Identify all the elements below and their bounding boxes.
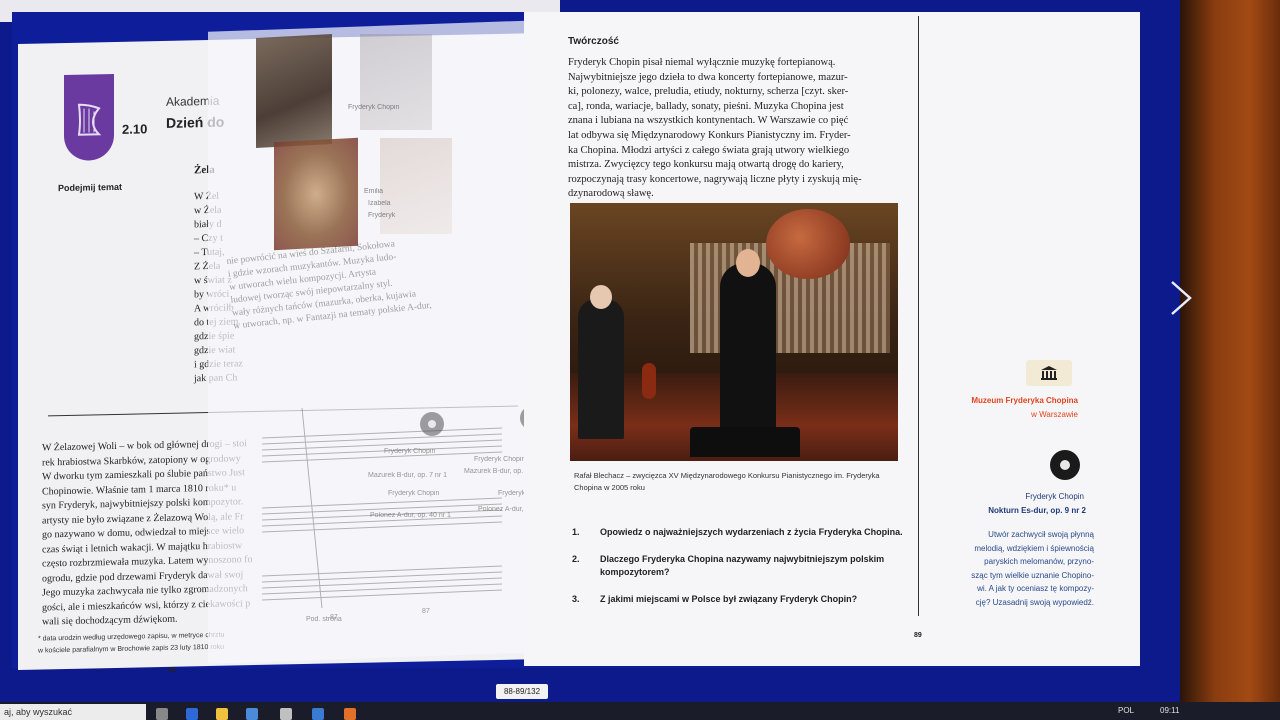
track-composer: Fryderyk Chopin [1025, 492, 1084, 501]
side-note-line: wi. A jak ty oceniasz tę kompozy- [977, 584, 1094, 593]
concert-photo [570, 203, 898, 461]
folder-icon[interactable] [216, 708, 228, 720]
question-list: 1. Opowiedz o najważniejszych wydarzenia… [572, 526, 912, 620]
pianist-figure [720, 249, 776, 433]
question-text: Dlaczego Fryderyka Chopina nazywamy najw… [600, 554, 885, 577]
body-line: lat odbywa się Międzynarodowy Konkurs Pi… [568, 129, 851, 141]
side-note-line: melodią, wdziękiem i śpiewnością [974, 543, 1094, 553]
page-number-right: 89 [914, 632, 922, 639]
taskbar-search-input[interactable]: aj, aby wyszukać [0, 704, 146, 720]
store-icon[interactable] [246, 708, 258, 720]
audio-disc-icon[interactable] [1050, 450, 1080, 480]
right-section-head: Twórczość [568, 36, 619, 47]
edge-icon[interactable] [186, 708, 198, 720]
ghost-track-composer: Fryderyk Chopin [474, 456, 526, 463]
body-line: Najwybitniejsze jego dzieła to dwa konce… [568, 71, 848, 83]
body-line: Fryderyk Chopin pisał niemal wyłącznie m… [568, 57, 836, 68]
side-note-line: sząc tym wielkie uznanie Chopino- [971, 570, 1094, 580]
piano [690, 427, 800, 457]
ghost-page-label: Pod. strona [306, 616, 342, 623]
question-text: Z jakimi miejscami w Polsce był związany… [600, 594, 858, 604]
side-note-line: Utwór zachwycił swoją płynną [988, 530, 1094, 539]
museum-title[interactable]: Muzeum Fryderyka Chopina [944, 396, 1078, 405]
portrait-label: Emilia [364, 188, 384, 195]
portrait-label: Fryderyk Chopin [348, 104, 400, 111]
side-note-line: paryskich melomanów, przyno- [984, 557, 1094, 566]
portrait-image [256, 34, 332, 148]
body-line: rozpoczynają trasy koncertowe, nagrywają… [568, 173, 862, 185]
page-number-left: 86 [168, 666, 176, 674]
sheet-music-image [262, 407, 502, 609]
app-icon[interactable] [280, 708, 292, 720]
side-label: Podejmij temat [58, 181, 123, 194]
body-line: ca], ronda, wariacje, ballady, sonaty, p… [568, 100, 844, 112]
portrait-label: Izabela [368, 200, 391, 207]
chapter-bookmark [64, 73, 114, 162]
track-title: Nokturn Es-dur, op. 9 nr 2 [988, 506, 1086, 515]
side-note-line: cję? Uzasadnij swoją wypowiedź. [975, 597, 1094, 607]
question-item: 2. Dlaczego Fryderyka Chopina nazywamy n… [572, 553, 912, 579]
conductor-figure [578, 285, 624, 439]
right-body-text: Fryderyk Chopin pisał niemal wyłącznie m… [568, 56, 888, 202]
ghost-track-title: Polonez A-dur, op. 40 nr 1 [370, 512, 451, 519]
body-line: znana i lubiana na wszystkich kontynenta… [568, 115, 849, 127]
side-note: Utwór zachwycił swoją płynną melodią, wd… [936, 528, 1094, 609]
body-line: ki, polonezy, walce, preludia, etiudy, n… [568, 86, 849, 98]
mail-icon[interactable] [312, 708, 324, 720]
ghost-page-number: 87 [422, 608, 430, 615]
harp-icon [77, 103, 102, 136]
portrait-image [274, 137, 358, 251]
next-page-button[interactable] [1164, 280, 1198, 316]
body-line: ka Chopina. Młodzi artyści z całego świa… [568, 144, 850, 156]
portrait-label: Fryderyk [368, 212, 396, 219]
right-page: Twórczość Fryderyk Chopin pisał niemal w… [524, 12, 1140, 666]
tray-clock[interactable]: 09:11 [1160, 706, 1179, 715]
museum-icon [1041, 366, 1057, 380]
violin [642, 363, 656, 399]
desktop-background [1180, 0, 1280, 720]
ghost-track-composer: Fryderyk Chopin [388, 490, 440, 497]
portrait-image [360, 34, 432, 130]
column-divider [918, 16, 919, 616]
ghost-track-composer: Fryderyk Chopin [384, 448, 436, 455]
museum-city: w Warszawie [1031, 410, 1078, 419]
body-line: mistrza. Zwycięzcy tego konkursu mają ot… [568, 159, 844, 171]
question-number: 1. [572, 527, 580, 537]
question-item: 1. Opowiedz o najważniejszych wydarzenia… [572, 526, 912, 539]
question-number: 3. [572, 594, 580, 604]
photo-caption: Rafał Blechacz – zwycięzca XV Międzynaro… [574, 471, 880, 492]
question-number: 2. [572, 554, 580, 564]
chapter-number: 2.10 [122, 121, 148, 137]
ghost-track-title: Mazurek B-dur, op. 7 nr 1 [368, 472, 447, 479]
ebook-viewer: 2.10 Akademia Dzień do Podejmij temat Że… [12, 12, 1140, 674]
medal-relief [766, 209, 850, 279]
audio-disc-icon[interactable] [420, 412, 444, 436]
body-line: dzynarodową sławę. [568, 188, 654, 200]
task-view-icon[interactable] [156, 708, 168, 720]
question-text: Opowiedz o najważniejszych wydarzeniach … [600, 527, 903, 537]
portrait-image [380, 138, 452, 234]
tray-language[interactable]: POL [1118, 706, 1134, 715]
chevron-right-icon [1171, 281, 1192, 315]
museum-link[interactable] [1026, 360, 1072, 386]
page-indicator: 88-89/132 [496, 684, 548, 699]
question-item: 3. Z jakimi miejscami w Polsce był związ… [572, 593, 912, 606]
firefox-icon[interactable] [344, 708, 356, 720]
